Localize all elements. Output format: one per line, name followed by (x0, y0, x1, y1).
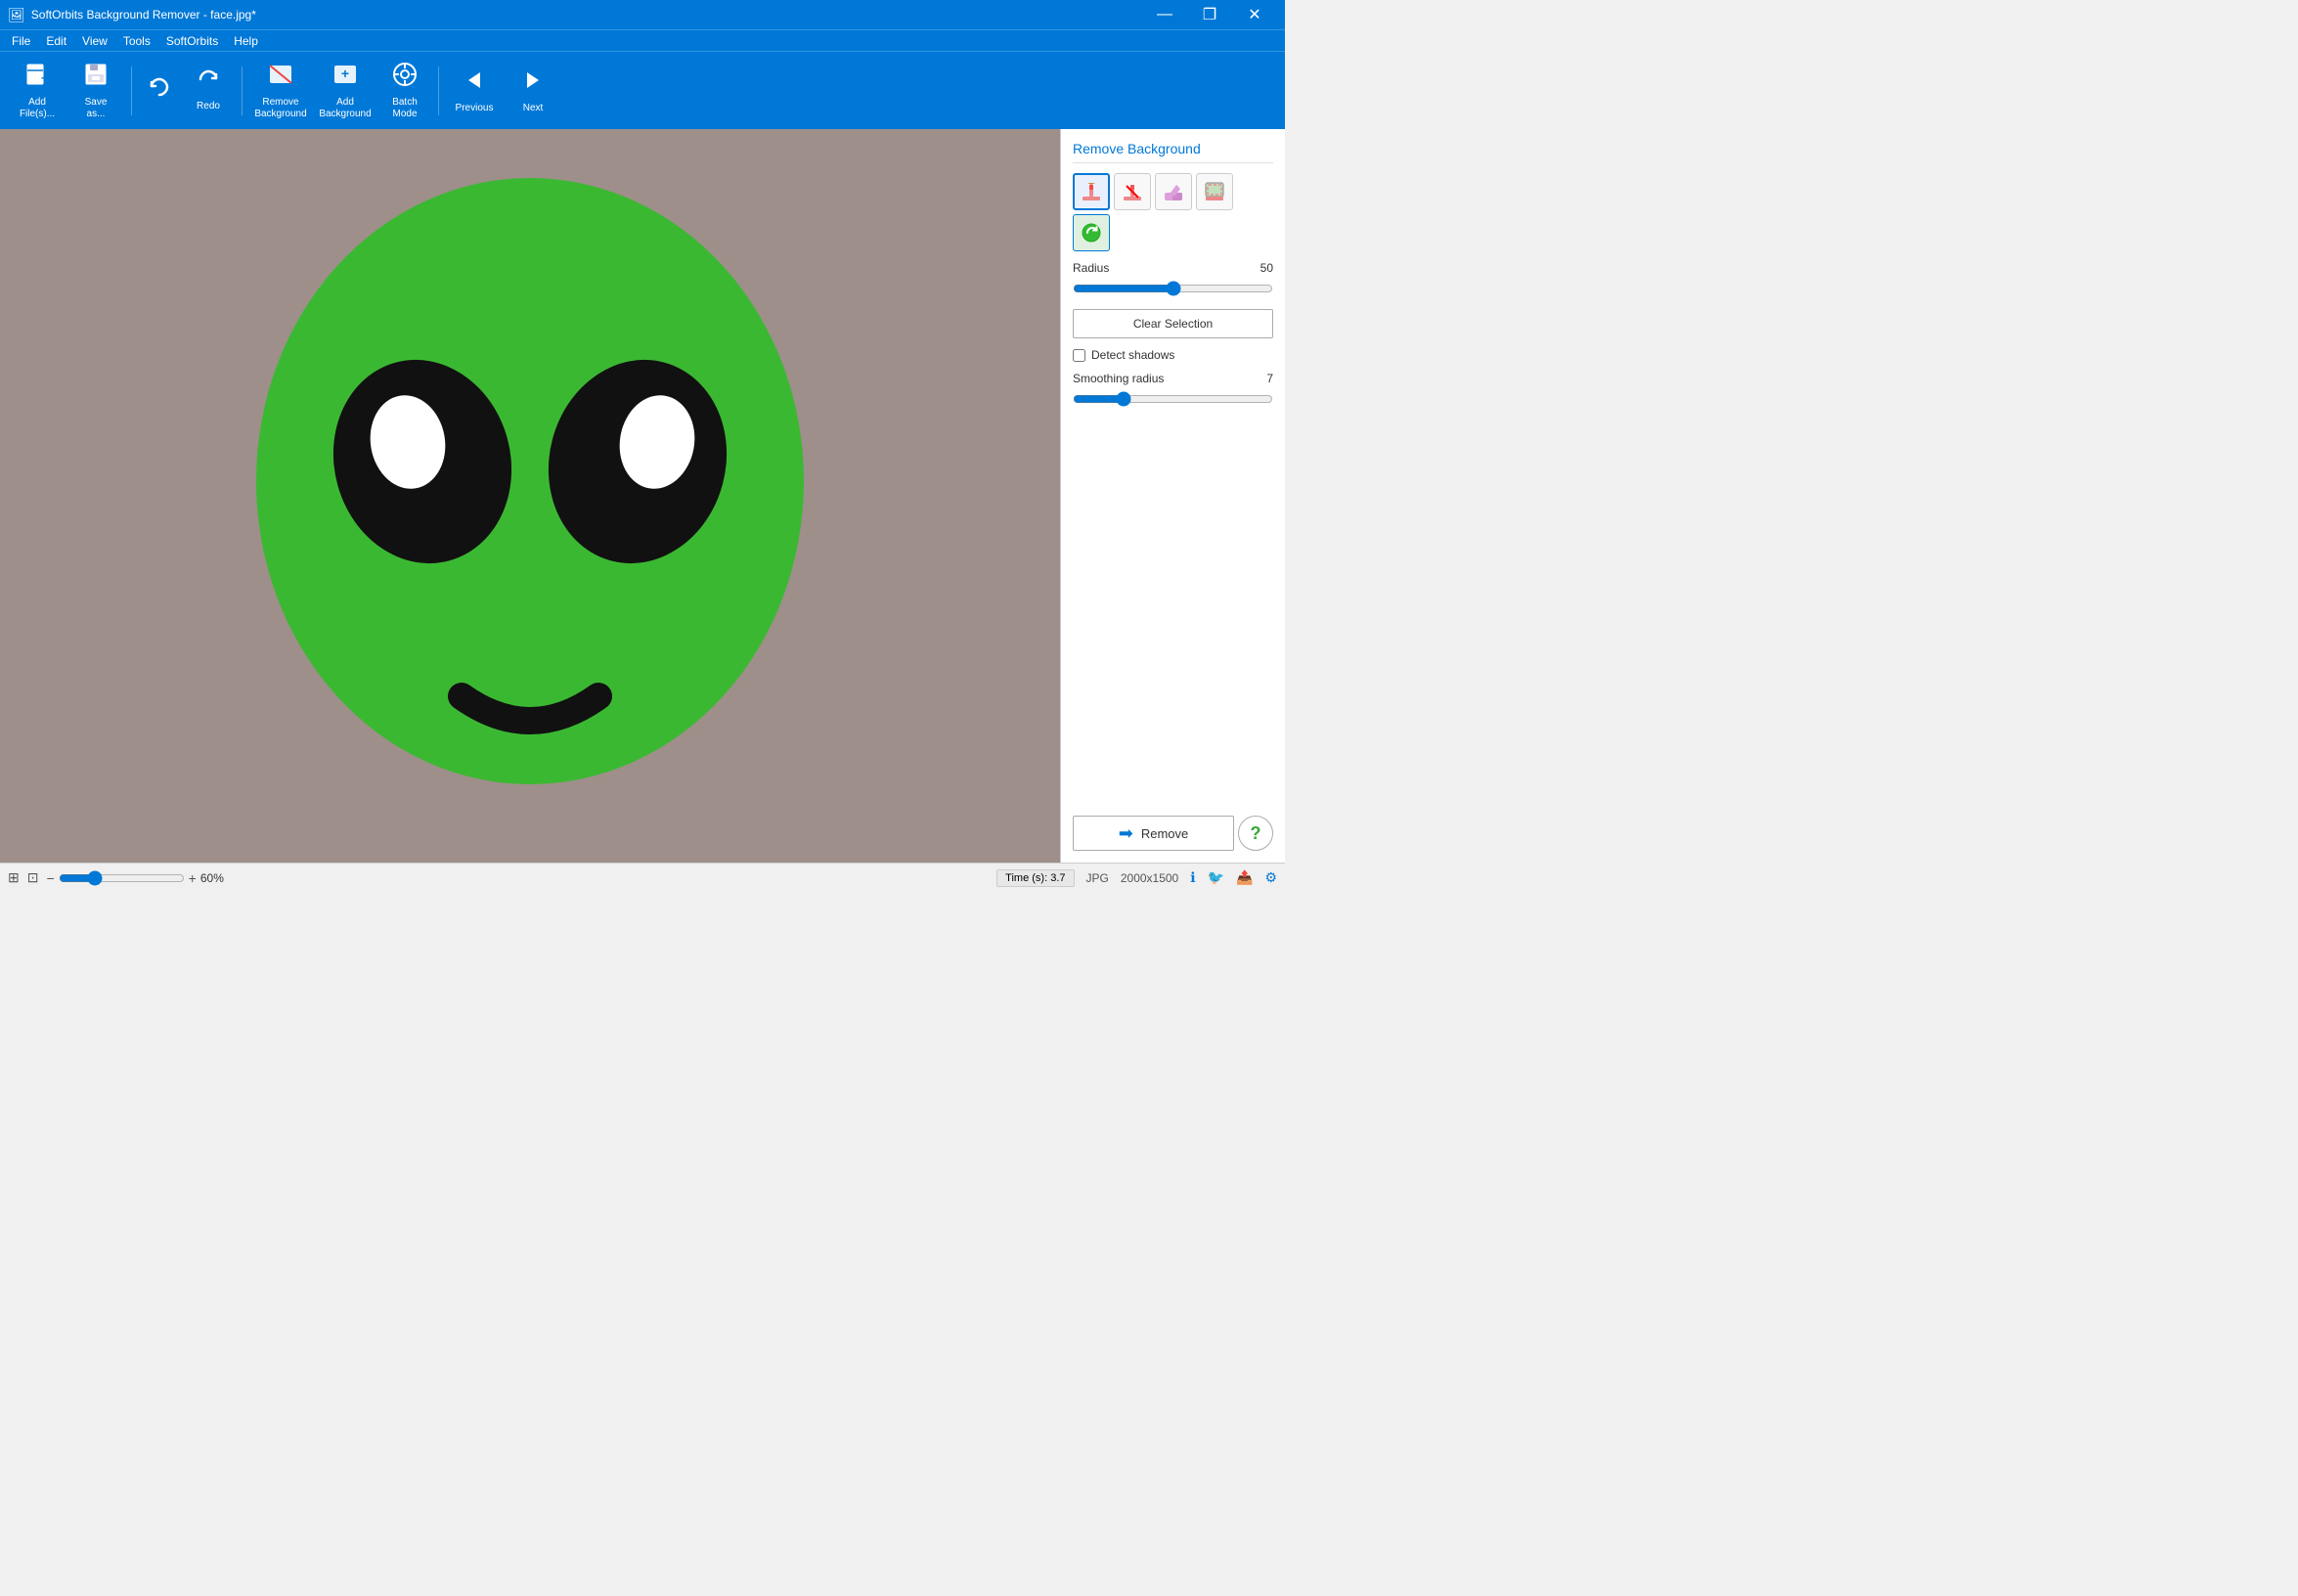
add-background-label: AddBackground (319, 97, 371, 120)
detect-shadows-row: Detect shadows (1073, 348, 1273, 362)
title-controls: — ❐ ✕ (1142, 0, 1277, 29)
menu-help[interactable]: Help (226, 32, 266, 50)
fit-icon[interactable]: ⊞ (8, 869, 20, 886)
settings-status-icon[interactable]: ⚙ (1264, 869, 1277, 886)
zoom-out-button[interactable]: − (46, 870, 54, 886)
actual-size-icon[interactable]: ⊡ (27, 869, 39, 886)
title-bar-left: 🖼 SoftOrbits Background Remover - face.j… (8, 7, 256, 23)
side-panel: Remove Background (1060, 129, 1285, 863)
zoom-percent: 60% (200, 871, 236, 885)
remove-background-label: RemoveBackground (254, 97, 306, 120)
radius-slider[interactable] (1073, 281, 1273, 296)
svg-text:+: + (341, 66, 349, 81)
time-badge: Time (s): 3.7 (996, 869, 1074, 887)
next-icon (519, 66, 547, 99)
app-icon: 🖼 (8, 7, 25, 23)
twitter-icon[interactable]: 🐦 (1208, 869, 1224, 886)
redo-icon (197, 68, 220, 97)
radius-value: 50 (1260, 261, 1273, 275)
separator-3 (438, 66, 439, 115)
menu-view[interactable]: View (74, 32, 115, 50)
save-as-icon (82, 61, 110, 93)
remove-label: Remove (1141, 826, 1188, 841)
info-icon[interactable]: ℹ (1190, 869, 1195, 886)
svg-text:+: + (41, 71, 48, 85)
zoom-controls: − + 60% (46, 870, 235, 886)
remove-arrow-icon: ➡ (1119, 823, 1133, 844)
clear-selection-button[interactable]: Clear Selection (1073, 309, 1273, 338)
smoothing-radius-slider[interactable] (1073, 391, 1273, 407)
batch-mode-label: BatchMode (392, 97, 418, 120)
separator-1 (131, 66, 132, 115)
remove-background-icon (267, 61, 294, 93)
magic-wand-button[interactable] (1196, 173, 1233, 210)
add-files-icon: + (23, 61, 51, 93)
smoothing-radius-section: Smoothing radius 7 (1073, 372, 1273, 410)
save-as-button[interactable]: Saveas... (66, 58, 125, 124)
batch-mode-icon (391, 61, 419, 93)
add-files-label: AddFile(s)... (20, 97, 55, 120)
menu-softorbits[interactable]: SoftOrbits (158, 32, 226, 50)
redo-label: Redo (197, 101, 220, 112)
previous-label: Previous (456, 103, 494, 114)
restore-button[interactable]: ❐ (1187, 0, 1232, 29)
menu-tools[interactable]: Tools (115, 32, 158, 50)
file-buttons: + AddFile(s)... Saveas... (8, 58, 125, 124)
zoom-in-button[interactable]: + (189, 870, 197, 886)
remove-button-row: ➡ Remove ? (1073, 816, 1273, 851)
minimize-button[interactable]: — (1142, 0, 1187, 29)
keep-brush-button[interactable] (1073, 173, 1110, 210)
tool-buttons (1073, 173, 1273, 251)
batch-mode-button[interactable]: BatchMode (377, 58, 432, 124)
toolbar: + AddFile(s)... Saveas... (0, 51, 1285, 129)
help-button[interactable]: ? (1238, 816, 1273, 851)
nav-buttons: Previous Next (445, 58, 562, 124)
menu-edit[interactable]: Edit (38, 32, 74, 50)
history-buttons: Redo (138, 58, 236, 124)
undo-button[interactable] (138, 58, 181, 124)
status-bar: ⊞ ⊡ − + 60% Time (s): 3.7 JPG 2000x1500 … (0, 863, 1285, 892)
smoothing-radius-label-row: Smoothing radius 7 (1073, 372, 1273, 385)
remove-background-button[interactable]: RemoveBackground (248, 58, 313, 124)
add-background-icon: + (331, 61, 359, 93)
undo-icon (148, 76, 171, 105)
zoom-slider[interactable] (59, 870, 185, 886)
main-area: Remove Background (0, 129, 1285, 863)
close-button[interactable]: ✕ (1232, 0, 1277, 29)
eraser-button[interactable] (1155, 173, 1192, 210)
smoothing-radius-value: 7 (1266, 372, 1273, 385)
menu-bar: File Edit View Tools SoftOrbits Help (0, 29, 1285, 51)
add-files-button[interactable]: + AddFile(s)... (8, 58, 66, 124)
remove-button[interactable]: ➡ Remove (1073, 816, 1234, 851)
alien-image (217, 129, 843, 863)
menu-file[interactable]: File (4, 32, 38, 50)
radius-section: Radius 50 (1073, 261, 1273, 299)
next-button[interactable]: Next (504, 58, 562, 124)
title-text: SoftOrbits Background Remover - face.jpg… (31, 8, 256, 22)
status-right: Time (s): 3.7 JPG 2000x1500 ℹ 🐦 📤 ⚙ (996, 869, 1277, 887)
dimensions-label: 2000x1500 (1121, 871, 1178, 885)
radius-label: Radius (1073, 261, 1109, 275)
radius-label-row: Radius 50 (1073, 261, 1273, 275)
detect-shadows-label[interactable]: Detect shadows (1091, 348, 1174, 362)
previous-button[interactable]: Previous (445, 58, 504, 124)
help-icon: ? (1251, 823, 1261, 844)
smoothing-radius-label: Smoothing radius (1073, 372, 1164, 385)
remove-bg-title: Remove Background (1073, 141, 1273, 163)
bg-buttons: RemoveBackground + AddBackground (248, 58, 432, 124)
reprocess-button[interactable] (1073, 214, 1110, 251)
add-background-button[interactable]: + AddBackground (313, 58, 377, 124)
title-bar: 🖼 SoftOrbits Background Remover - face.j… (0, 0, 1285, 29)
share-icon[interactable]: 📤 (1236, 869, 1253, 886)
remove-brush-button[interactable] (1114, 173, 1151, 210)
separator-2 (242, 66, 243, 115)
save-as-label: Saveas... (85, 97, 108, 120)
canvas-area[interactable] (0, 129, 1060, 863)
redo-button[interactable]: Redo (181, 58, 236, 124)
format-label: JPG (1086, 871, 1109, 885)
next-label: Next (523, 103, 544, 114)
detect-shadows-checkbox[interactable] (1073, 349, 1085, 362)
previous-icon (461, 66, 488, 99)
